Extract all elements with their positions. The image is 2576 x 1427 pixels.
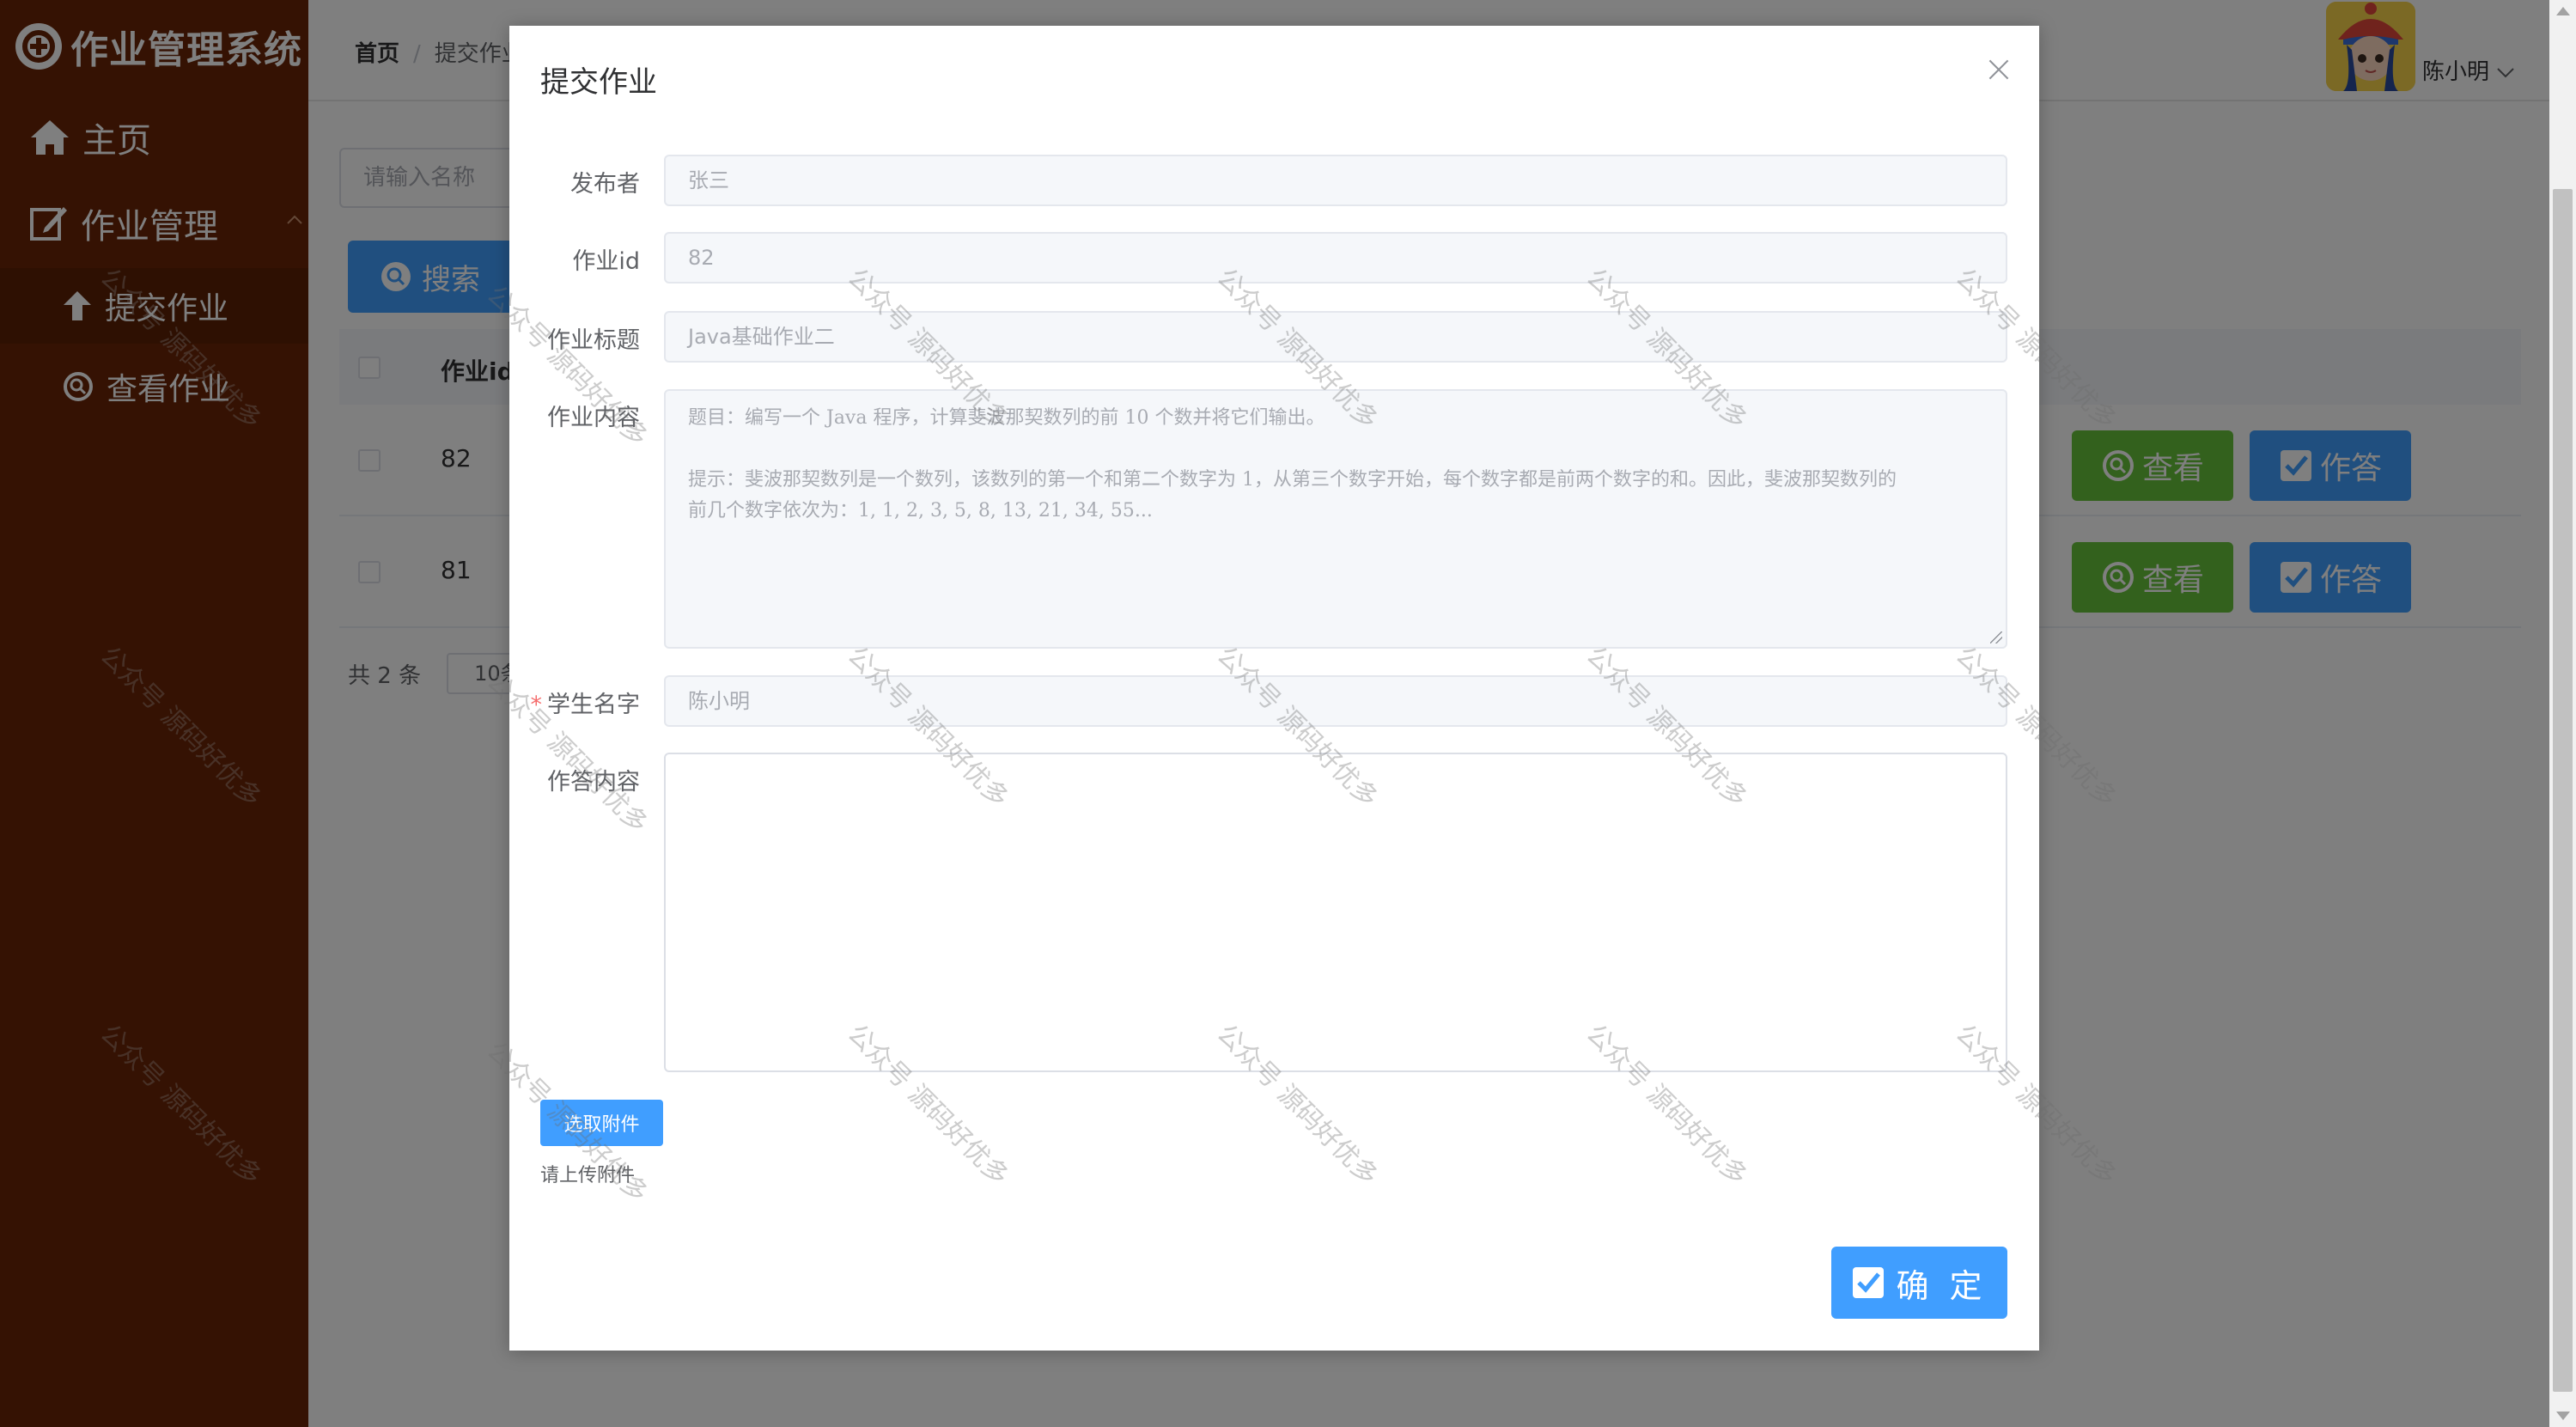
homework-content-line: 提示：斐波那契数列是一个数列，该数列的第一个和第二个数字为 1，从第三个数字开始… (688, 469, 1897, 491)
required-mark: * (530, 692, 543, 718)
student-name-label-text: 学生名字 (547, 692, 640, 718)
homework-content-line: 前几个数字依次为：1, 1, 2, 3, 5, 8, 13, 21, 34, 5… (688, 500, 1153, 521)
homework-id-label: 作业id (572, 248, 640, 275)
scrollbar[interactable] (2549, 0, 2576, 1427)
answer-content-label: 作答内容 (547, 769, 640, 796)
homework-title-field[interactable]: Java基础作业二 (664, 311, 2007, 363)
confirm-button-label: 确 定 (1896, 1266, 1988, 1305)
close-icon[interactable] (1988, 58, 2010, 81)
checkbox-icon (1853, 1267, 1885, 1298)
scroll-down-arrow[interactable] (2556, 1412, 2570, 1420)
publisher-label: 发布者 (570, 171, 640, 198)
upload-tip: 请上传附件 (540, 1165, 636, 1186)
confirm-button[interactable]: 确 定 (1831, 1247, 2007, 1319)
homework-content-label: 作业内容 (547, 405, 640, 431)
student-name-label: * 学生名字 (531, 686, 641, 719)
homework-title-label: 作业标题 (547, 327, 640, 354)
student-name-field[interactable]: 陈小明 (664, 675, 2007, 727)
dialog-title: 提交作业 (540, 65, 657, 100)
homework-id-field[interactable]: 82 (664, 232, 2007, 284)
select-attachment-button[interactable]: 选取附件 (540, 1100, 663, 1146)
answer-content-textarea[interactable] (664, 753, 2007, 1072)
homework-content-line: 题目：编写一个 Java 程序，计算斐波那契数列的前 10 个数并将它们输出。 (688, 407, 1325, 429)
homework-content-field[interactable]: 题目：编写一个 Java 程序，计算斐波那契数列的前 10 个数并将它们输出。 … (664, 389, 2007, 649)
submit-homework-dialog: 提交作业 发布者 张三 作业id 82 作业标题 Java基础作业二 作业内容 … (509, 26, 2039, 1351)
scroll-up-arrow[interactable] (2556, 7, 2570, 15)
resize-handle[interactable] (1990, 631, 2002, 643)
scrollbar-thumb[interactable] (2553, 189, 2573, 1392)
publisher-field[interactable]: 张三 (664, 155, 2007, 206)
